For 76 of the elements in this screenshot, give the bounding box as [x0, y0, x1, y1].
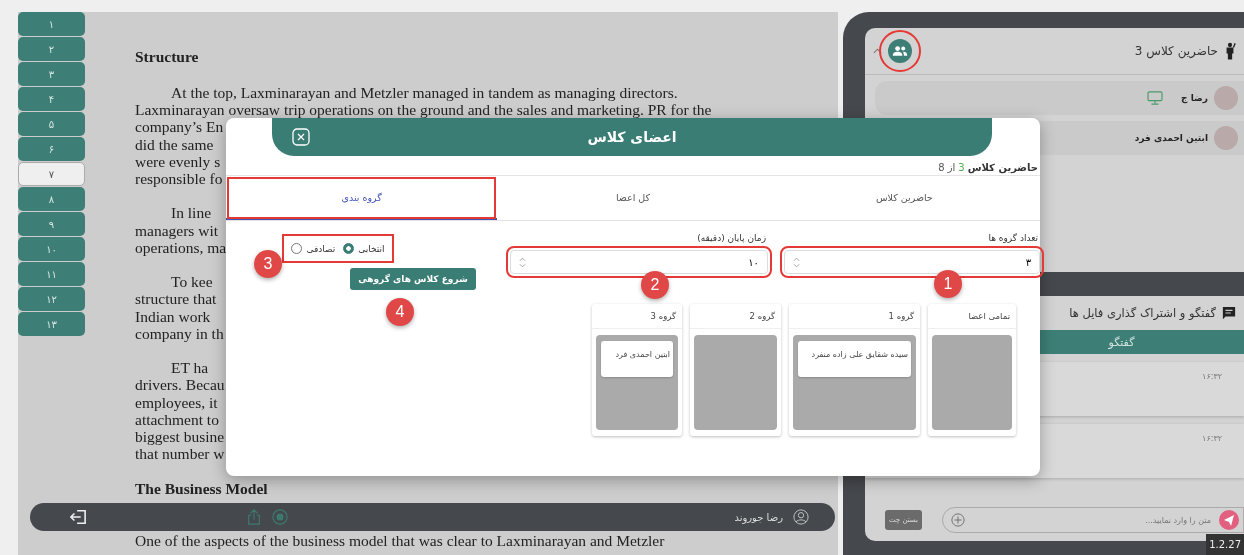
- attendance-total: از 8: [938, 162, 956, 173]
- page-button[interactable]: ۱۱: [18, 262, 85, 286]
- document-text-line: To kee: [170, 273, 213, 291]
- version-label: 1.2.27: [1206, 534, 1244, 555]
- exit-icon[interactable]: [70, 509, 86, 525]
- page-button[interactable]: ۴: [18, 87, 85, 111]
- field-label: تعداد گروه ها: [987, 233, 1039, 245]
- document-text-line: were evenly s: [135, 152, 221, 170]
- document-text-line: responsible fo: [135, 170, 223, 188]
- member-name: رضا ج: [1181, 93, 1208, 103]
- document-text-line: One of the aspects of the business model that was clear to Laxminarayan and Metzler: [135, 531, 665, 549]
- chat-icon: [1222, 306, 1236, 320]
- add-icon[interactable]: [951, 513, 966, 527]
- attendance-count: 3: [958, 162, 965, 173]
- page-button[interactable]: ۷: [18, 162, 85, 186]
- field-label: زمان پایان (دقیقه): [696, 233, 767, 245]
- dialog-title: اعضای کلاس: [586, 129, 678, 145]
- start-group-class-button[interactable]: شروع کلاس های گروهی: [350, 268, 476, 290]
- attendance-label: حاضرین کلاس: [967, 162, 1038, 173]
- page-button[interactable]: ۶: [18, 137, 85, 161]
- document-text-line: In line: [170, 204, 212, 222]
- upload-icon[interactable]: [246, 509, 262, 525]
- document-text-line: company’s En: [135, 118, 224, 136]
- page-button[interactable]: ۱: [18, 12, 85, 36]
- page-button[interactable]: ۱۰: [18, 237, 85, 261]
- document-text-line: did the same: [135, 135, 214, 153]
- page-button[interactable]: ۱۳: [18, 312, 85, 336]
- group-title: گروه 3: [592, 304, 682, 329]
- dialog-tab[interactable]: گروه بندی: [226, 176, 498, 220]
- page-button[interactable]: ۱۲: [18, 287, 85, 311]
- avatar: [1214, 126, 1238, 150]
- panel-title: گفتگو و اشتراک گذاری فایل ها: [1069, 306, 1216, 320]
- document-text-line: operations, ma: [135, 238, 227, 256]
- page-button[interactable]: ۲: [18, 37, 85, 61]
- user-icon: [793, 509, 809, 525]
- document-text-line: attachment to: [135, 410, 219, 428]
- group-title: تمامی اعضا: [928, 304, 1016, 329]
- section-heading: The Business Model: [135, 479, 268, 498]
- member-name: ابتین احمدی فرد: [1134, 133, 1208, 143]
- document-text-line: managers wit: [135, 221, 219, 239]
- document-text-line: employees, it: [135, 393, 218, 411]
- document-text-line: Laxminarayan oversaw trip operations on the ground and the sales and marketing. PR for the: [135, 101, 712, 119]
- document-text-line: drivers. Becau: [135, 376, 225, 394]
- spinner-arrows-icon[interactable]: [793, 256, 800, 268]
- member-card[interactable]: سیده شقایق علی زاده منفرد: [798, 341, 911, 377]
- spinner-arrows-icon[interactable]: [519, 256, 526, 268]
- person-icon: [1224, 42, 1236, 60]
- message-time: ۱۶:۳۲: [1202, 372, 1222, 383]
- message-input[interactable]: متن را وارد نمایید...: [971, 514, 1213, 526]
- record-icon[interactable]: [272, 509, 288, 525]
- document-text-line: biggest busine: [135, 428, 225, 446]
- caret-icon[interactable]: [873, 48, 882, 54]
- mode-radio[interactable]: انتخابی: [343, 243, 385, 254]
- send-icon[interactable]: [1219, 510, 1239, 530]
- close-icon[interactable]: [292, 128, 310, 146]
- mode-radio[interactable]: تصادفی: [291, 243, 336, 254]
- group-icon: [892, 45, 908, 57]
- document-text-line: structure that: [135, 290, 217, 308]
- page-button[interactable]: ۸: [18, 187, 85, 211]
- avatar: [1214, 86, 1238, 110]
- document-text-line: that number w: [135, 445, 225, 463]
- member-card[interactable]: ابتین احمدی فرد: [601, 341, 673, 377]
- member-row[interactable]: رضا ج: [875, 81, 1244, 115]
- document-text-line: ET ha: [170, 359, 209, 377]
- user-name: رضا جوروند: [734, 511, 783, 523]
- group-title: گروه 1: [789, 304, 920, 329]
- document-text-line: Indian work: [135, 307, 211, 325]
- panel-title: حاضرین کلاس 3: [1134, 44, 1218, 58]
- document-text-line: company in th: [135, 324, 224, 342]
- section-heading: Structure: [135, 48, 199, 66]
- page-button[interactable]: ۵: [18, 112, 85, 136]
- document-text-line: At the top, Laxminarayan and Metzler managed in tandem as managing directors.: [170, 84, 678, 102]
- page-button[interactable]: ۹: [18, 212, 85, 236]
- message-time: ۱۶:۳۲: [1202, 434, 1222, 445]
- page-button[interactable]: ۳: [18, 62, 85, 86]
- group-title: گروه 2: [690, 304, 781, 329]
